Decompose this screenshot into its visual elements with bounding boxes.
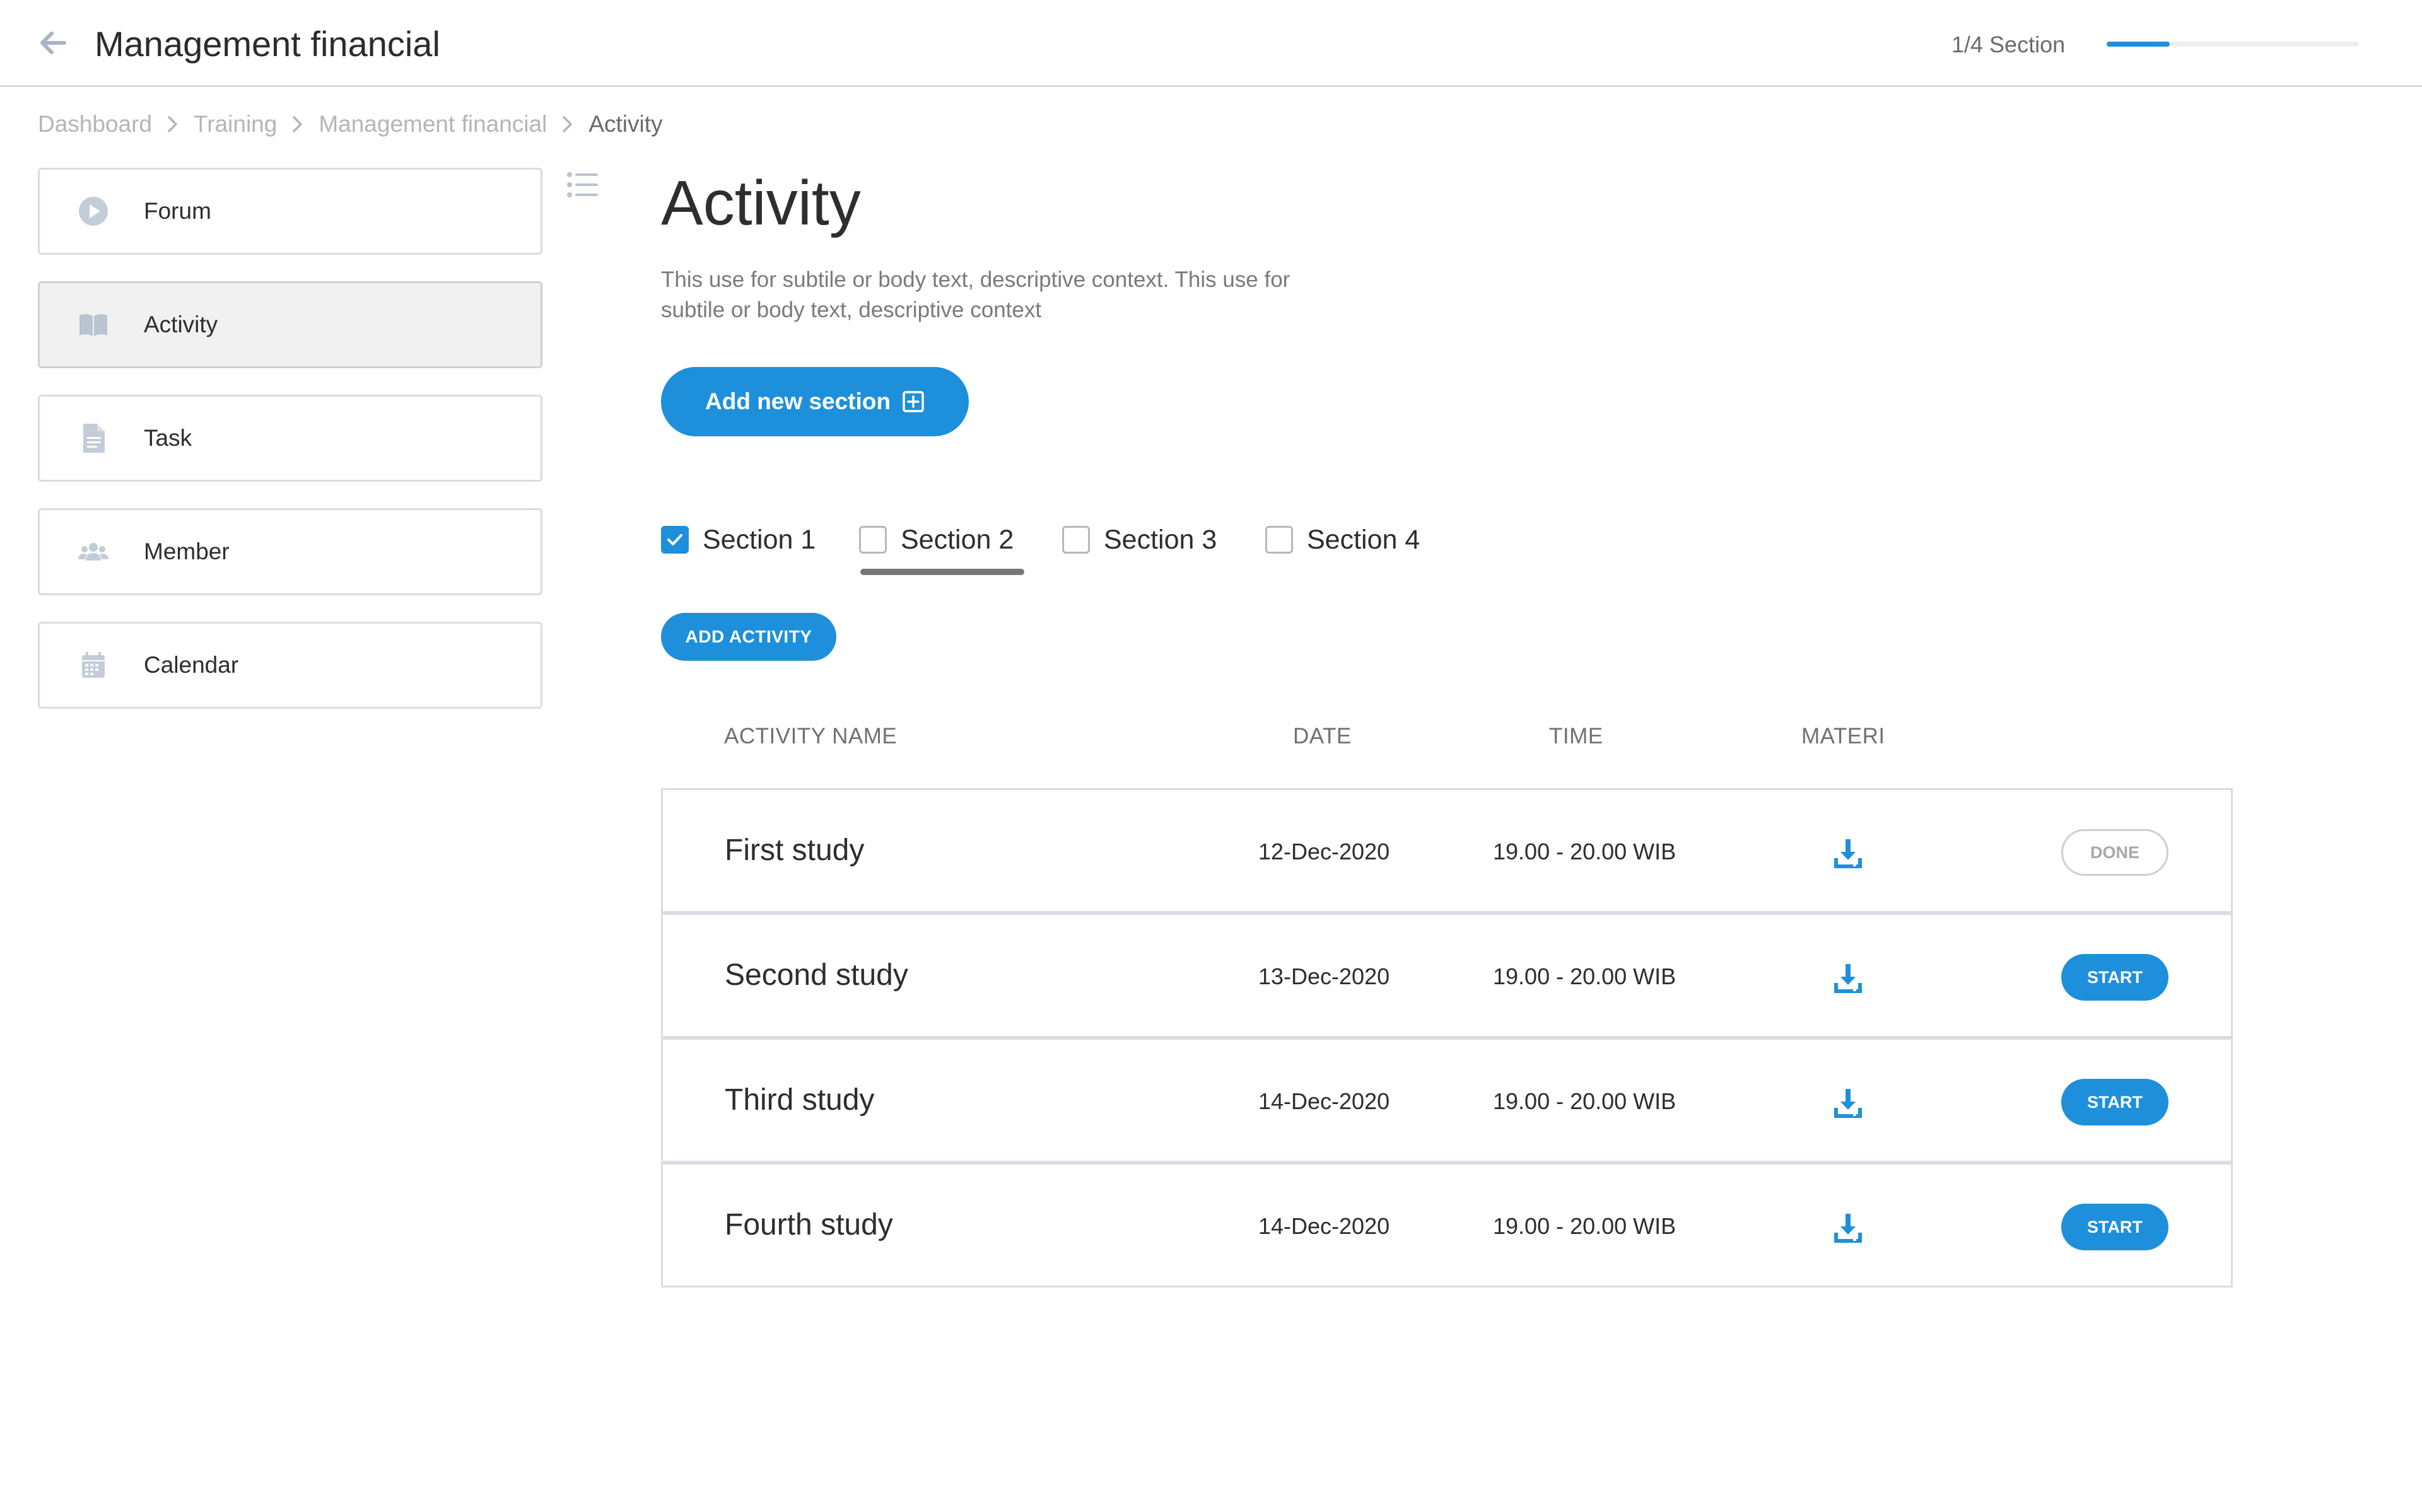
start-button[interactable]: START (2061, 954, 2168, 1001)
breadcrumb: Dashboard Training Management financial … (38, 111, 663, 137)
table-row: First study 12-Dec-2020 19.00 - 20.00 WI… (661, 788, 2233, 913)
app-title: Management financial (95, 24, 440, 64)
activity-time: 19.00 - 20.00 WIB (1493, 963, 1676, 989)
section-4-checkbox[interactable] (1265, 526, 1293, 554)
plus-square-icon (902, 390, 925, 413)
sidebar-item-calendar[interactable]: Calendar (38, 622, 542, 709)
sidebar-item-member[interactable]: Member (38, 508, 542, 595)
breadcrumb-dashboard[interactable]: Dashboard (38, 111, 152, 137)
tab-section-4[interactable]: Section 4 (1265, 517, 1420, 574)
section-3-checkbox[interactable] (1062, 526, 1090, 554)
activity-date: 14-Dec-2020 (1258, 1088, 1390, 1114)
arrow-left-icon (40, 32, 66, 54)
section-progress-bar (2107, 42, 2359, 47)
column-header-time: TIME (1549, 724, 1603, 748)
calendar-icon (74, 646, 112, 684)
section-2-checkbox[interactable] (859, 526, 887, 554)
download-icon[interactable] (1832, 962, 1864, 994)
tab-label: Section 1 (703, 525, 816, 555)
table-row: Second study 13-Dec-2020 19.00 - 20.00 W… (661, 913, 2233, 1038)
activity-name: First study (725, 834, 865, 867)
sidebar-item-task[interactable]: Task (38, 395, 542, 482)
document-icon (74, 419, 112, 457)
section-1-checkbox[interactable] (661, 526, 689, 554)
start-button[interactable]: START (2061, 1204, 2168, 1250)
tab-section-3[interactable]: Section 3 (1062, 517, 1217, 574)
sidebar-item-label: Member (144, 538, 230, 564)
activity-time: 19.00 - 20.00 WIB (1493, 1088, 1676, 1114)
play-circle-icon (74, 192, 112, 230)
chevron-right-icon (291, 113, 305, 135)
tab-section-1[interactable]: Section 1 (661, 517, 816, 574)
sidebar-item-label: Task (144, 425, 192, 451)
add-new-section-label: Add new section (705, 388, 891, 414)
page-description: This use for subtile or body text, descr… (661, 267, 1290, 322)
activity-name: Second study (725, 958, 908, 992)
chevron-right-icon (561, 113, 575, 135)
activity-name: Fourth study (725, 1208, 893, 1242)
section-progress-fill (2107, 42, 2170, 47)
tab-label: Section 2 (901, 525, 1014, 555)
table-row: Fourth study 14-Dec-2020 19.00 - 20.00 W… (661, 1163, 2233, 1288)
section-progress-text: 1/4 Section (1951, 32, 2066, 57)
breadcrumb-management-financial[interactable]: Management financial (319, 111, 547, 137)
book-icon (74, 306, 112, 344)
column-header-materi: MATERI (1801, 724, 1885, 748)
chevron-right-icon (166, 113, 180, 135)
checkmark-icon (667, 534, 682, 545)
add-activity-button[interactable]: ADD ACTIVITY (661, 613, 836, 661)
breadcrumb-training[interactable]: Training (194, 111, 277, 137)
start-button[interactable]: START (2061, 1079, 2168, 1125)
sidebar-item-label: Calendar (144, 652, 239, 678)
download-icon[interactable] (1832, 1086, 1864, 1119)
activity-date: 13-Dec-2020 (1258, 963, 1390, 989)
add-new-section-button[interactable]: Add new section (661, 367, 969, 436)
page-title: Activity (661, 168, 861, 238)
users-icon (74, 533, 112, 571)
activity-time: 19.00 - 20.00 WIB (1493, 839, 1676, 864)
column-header-date: DATE (1293, 724, 1352, 748)
sidebar-item-label: Activity (144, 311, 218, 337)
tab-label: Section 3 (1104, 525, 1217, 555)
activity-date: 14-Dec-2020 (1258, 1213, 1390, 1239)
active-tab-indicator (860, 569, 1024, 575)
sidebar-item-forum[interactable]: Forum (38, 168, 542, 255)
table-row: Third study 14-Dec-2020 19.00 - 20.00 WI… (661, 1038, 2233, 1163)
activity-name: Third study (725, 1083, 875, 1117)
column-header-activity-name: ACTIVITY NAME (724, 724, 898, 748)
tab-label: Section 4 (1307, 525, 1420, 555)
top-header: Management financial 1/4 Section (0, 0, 2422, 87)
done-button[interactable]: DONE (2061, 829, 2168, 876)
back-button[interactable] (35, 25, 71, 61)
activity-date: 12-Dec-2020 (1258, 839, 1390, 864)
activity-time: 19.00 - 20.00 WIB (1493, 1213, 1676, 1239)
sidebar-item-activity[interactable]: Activity (38, 281, 542, 368)
tab-section-2[interactable]: Section 2 (859, 517, 1014, 574)
download-icon[interactable] (1832, 1211, 1864, 1244)
download-icon[interactable] (1832, 837, 1864, 869)
list-menu-icon[interactable] (566, 170, 599, 199)
sidebar-item-label: Forum (144, 198, 211, 224)
breadcrumb-activity: Activity (588, 111, 663, 137)
